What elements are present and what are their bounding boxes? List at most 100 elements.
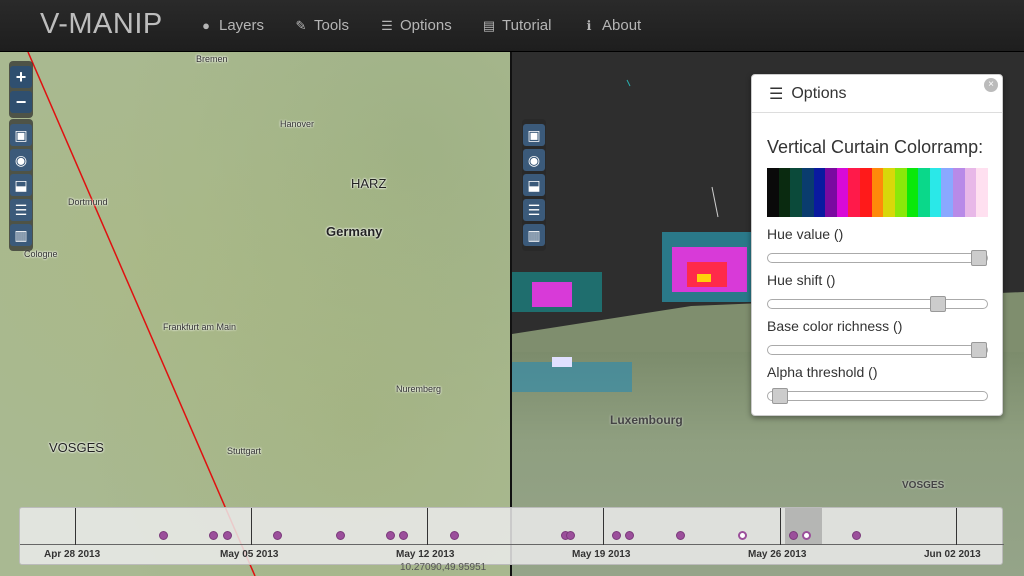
timeline-event-dot-selected[interactable] — [802, 531, 811, 540]
timeline-event-dot[interactable] — [612, 531, 621, 540]
image-icon[interactable]: ▣ — [10, 124, 32, 146]
timeline-label: May 05 2013 — [220, 549, 279, 560]
slider-thumb[interactable] — [772, 388, 788, 404]
colorramp-stop — [929, 168, 942, 217]
timeline-tick — [251, 508, 252, 545]
timeline-event-dot[interactable] — [336, 531, 345, 540]
hue-value-slider[interactable] — [767, 250, 988, 266]
map-2d[interactable]: Bremen Hanover HARZ Dortmund Germany Col… — [0, 52, 510, 576]
alpha-threshold-slider[interactable] — [767, 388, 988, 404]
colorramp-swatch[interactable] — [767, 168, 988, 217]
city-label-frankfurt: Frankfurt am Main — [163, 322, 237, 332]
nav-options[interactable]: ☰ Options — [380, 17, 452, 34]
nav-layers-label: Layers — [219, 17, 265, 34]
timeline-label: Apr 28 2013 — [44, 549, 101, 560]
nav-tools[interactable]: ✎ Tools — [294, 17, 349, 34]
timeline-label: Jun 02 2013 — [924, 549, 981, 560]
timeline-slider[interactable]: Apr 28 2013 May 05 2013 May 12 2013 May … — [19, 507, 1004, 565]
timeline-event-dot[interactable] — [209, 531, 218, 540]
colorramp-stop — [825, 168, 837, 217]
city-label-stuttgart: Stuttgart — [227, 446, 262, 456]
city-label-nuremberg: Nuremberg — [396, 384, 442, 394]
colorramp-stop — [801, 168, 814, 217]
timeline-event-dot[interactable] — [386, 531, 395, 540]
region-label-vosges: VOSGES — [49, 440, 104, 455]
timeline-tick — [780, 508, 781, 545]
timeline-tick — [427, 508, 428, 545]
timeline-event-dot-selected[interactable] — [738, 531, 747, 540]
colorramp-stop — [813, 168, 826, 217]
timeline-event-dot[interactable] — [450, 531, 459, 540]
inbox-icon[interactable]: ⬓ — [523, 174, 545, 196]
nav-about[interactable]: ℹ About — [582, 17, 642, 34]
close-icon[interactable]: × — [984, 78, 998, 92]
zoom-controls: + − — [9, 61, 33, 118]
list-icon: ☰ — [769, 85, 784, 103]
chart-icon[interactable]: ▥ — [10, 224, 32, 246]
nav-tutorial[interactable]: ▤ Tutorial — [482, 17, 552, 34]
slider-thumb[interactable] — [930, 296, 946, 312]
list-icon[interactable]: ☰ — [523, 199, 545, 221]
globe-icon[interactable]: ◉ — [10, 149, 32, 171]
timeline-event-dot[interactable] — [223, 531, 232, 540]
colorramp-stop — [883, 168, 895, 217]
nav-tutorial-label: Tutorial — [502, 17, 552, 34]
book-icon: ▤ — [482, 17, 496, 33]
chart-icon[interactable]: ▥ — [523, 224, 545, 246]
timeline-event-dot[interactable] — [159, 531, 168, 540]
timeline-label: May 26 2013 — [748, 549, 807, 560]
timeline-event-dot[interactable] — [676, 531, 685, 540]
map-2d-tool-controls: ▣ ◉ ⬓ ☰ ▥ — [9, 119, 33, 251]
slider-thumb[interactable] — [971, 250, 987, 266]
app-brand[interactable]: V-MANIP — [40, 8, 163, 41]
satellite-track-line — [27, 52, 256, 576]
colorramp-stop — [778, 168, 791, 217]
list-icon[interactable]: ☰ — [10, 199, 32, 221]
timeline-event-dot[interactable] — [273, 531, 282, 540]
nav-layers[interactable]: ● Layers — [199, 17, 264, 34]
options-header-title: Options — [791, 84, 847, 102]
slider-label-hue-shift: Hue shift () — [767, 272, 836, 288]
top-navbar: V-MANIP ● Layers ✎ Tools ☰ Options ▤ Tut… — [0, 0, 1024, 52]
colorramp-stop — [836, 168, 849, 217]
region-label-harz: HARZ — [351, 176, 387, 191]
region-label-vosges-3d: VOSGES — [902, 480, 945, 491]
zoom-out-button[interactable]: − — [10, 91, 32, 113]
colorramp-stop — [918, 168, 930, 217]
timeline-label: May 12 2013 — [396, 549, 455, 560]
colorramp-stop — [860, 168, 872, 217]
mouse-coordinates: 10.27090,49.95951 — [400, 562, 487, 573]
info-icon: ℹ — [586, 17, 592, 33]
colorramp-stop — [894, 168, 907, 217]
colorramp-stop — [953, 168, 965, 217]
inbox-icon[interactable]: ⬓ — [10, 174, 32, 196]
hue-shift-slider[interactable] — [767, 296, 988, 312]
colorramp-stop — [767, 168, 779, 217]
colorramp-stop — [941, 168, 953, 217]
wrench-icon: ✎ — [295, 17, 307, 33]
colorramp-stop — [848, 168, 860, 217]
colorramp-stop — [871, 168, 884, 217]
timeline-label: May 19 2013 — [572, 549, 631, 560]
map-3d-tool-controls: ▣ ◉ ⬓ ☰ ▥ — [522, 119, 546, 251]
image-icon[interactable]: ▣ — [523, 124, 545, 146]
list-icon: ☰ — [381, 17, 393, 33]
timeline-event-dot[interactable] — [852, 531, 861, 540]
globe-icon: ● — [202, 18, 210, 33]
base-color-richness-slider[interactable] — [767, 342, 988, 358]
timeline-event-dot[interactable] — [566, 531, 575, 540]
timeline-event-dot[interactable] — [789, 531, 798, 540]
globe-icon[interactable]: ◉ — [523, 149, 545, 171]
colorramp-stop — [790, 168, 802, 217]
slider-label-alpha-threshold: Alpha threshold () — [767, 364, 878, 380]
colorramp-stop — [976, 168, 988, 217]
timeline-event-dot[interactable] — [399, 531, 408, 540]
zoom-in-button[interactable]: + — [10, 66, 32, 88]
city-label-luxembourg: Luxembourg — [610, 413, 683, 427]
city-label-hanover: Hanover — [280, 119, 315, 129]
slider-thumb[interactable] — [971, 342, 987, 358]
timeline-event-dot[interactable] — [625, 531, 634, 540]
city-label-bremen: Bremen — [196, 54, 228, 64]
city-label-dortmund: Dortmund — [68, 197, 108, 207]
nav-about-label: About — [602, 17, 642, 34]
